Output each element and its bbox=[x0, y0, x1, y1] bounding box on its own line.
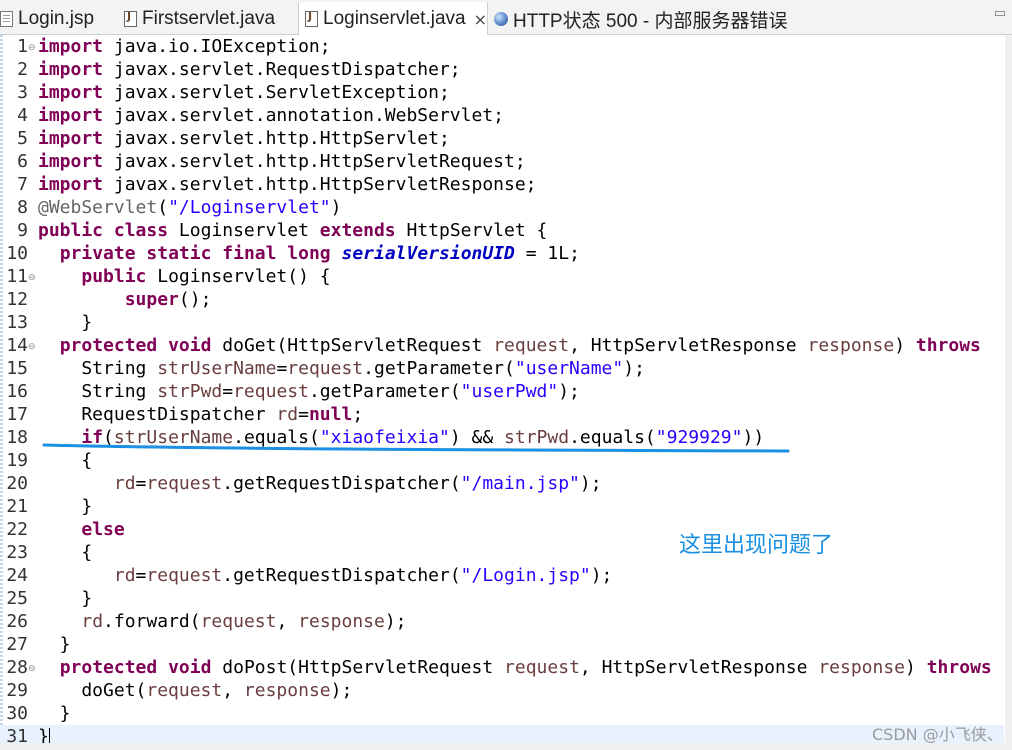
blue-underline-annotation bbox=[42, 443, 790, 453]
annotation-text: 这里出现问题了 bbox=[679, 533, 834, 558]
watermark: CSDN @小飞侠、 bbox=[872, 725, 1003, 744]
